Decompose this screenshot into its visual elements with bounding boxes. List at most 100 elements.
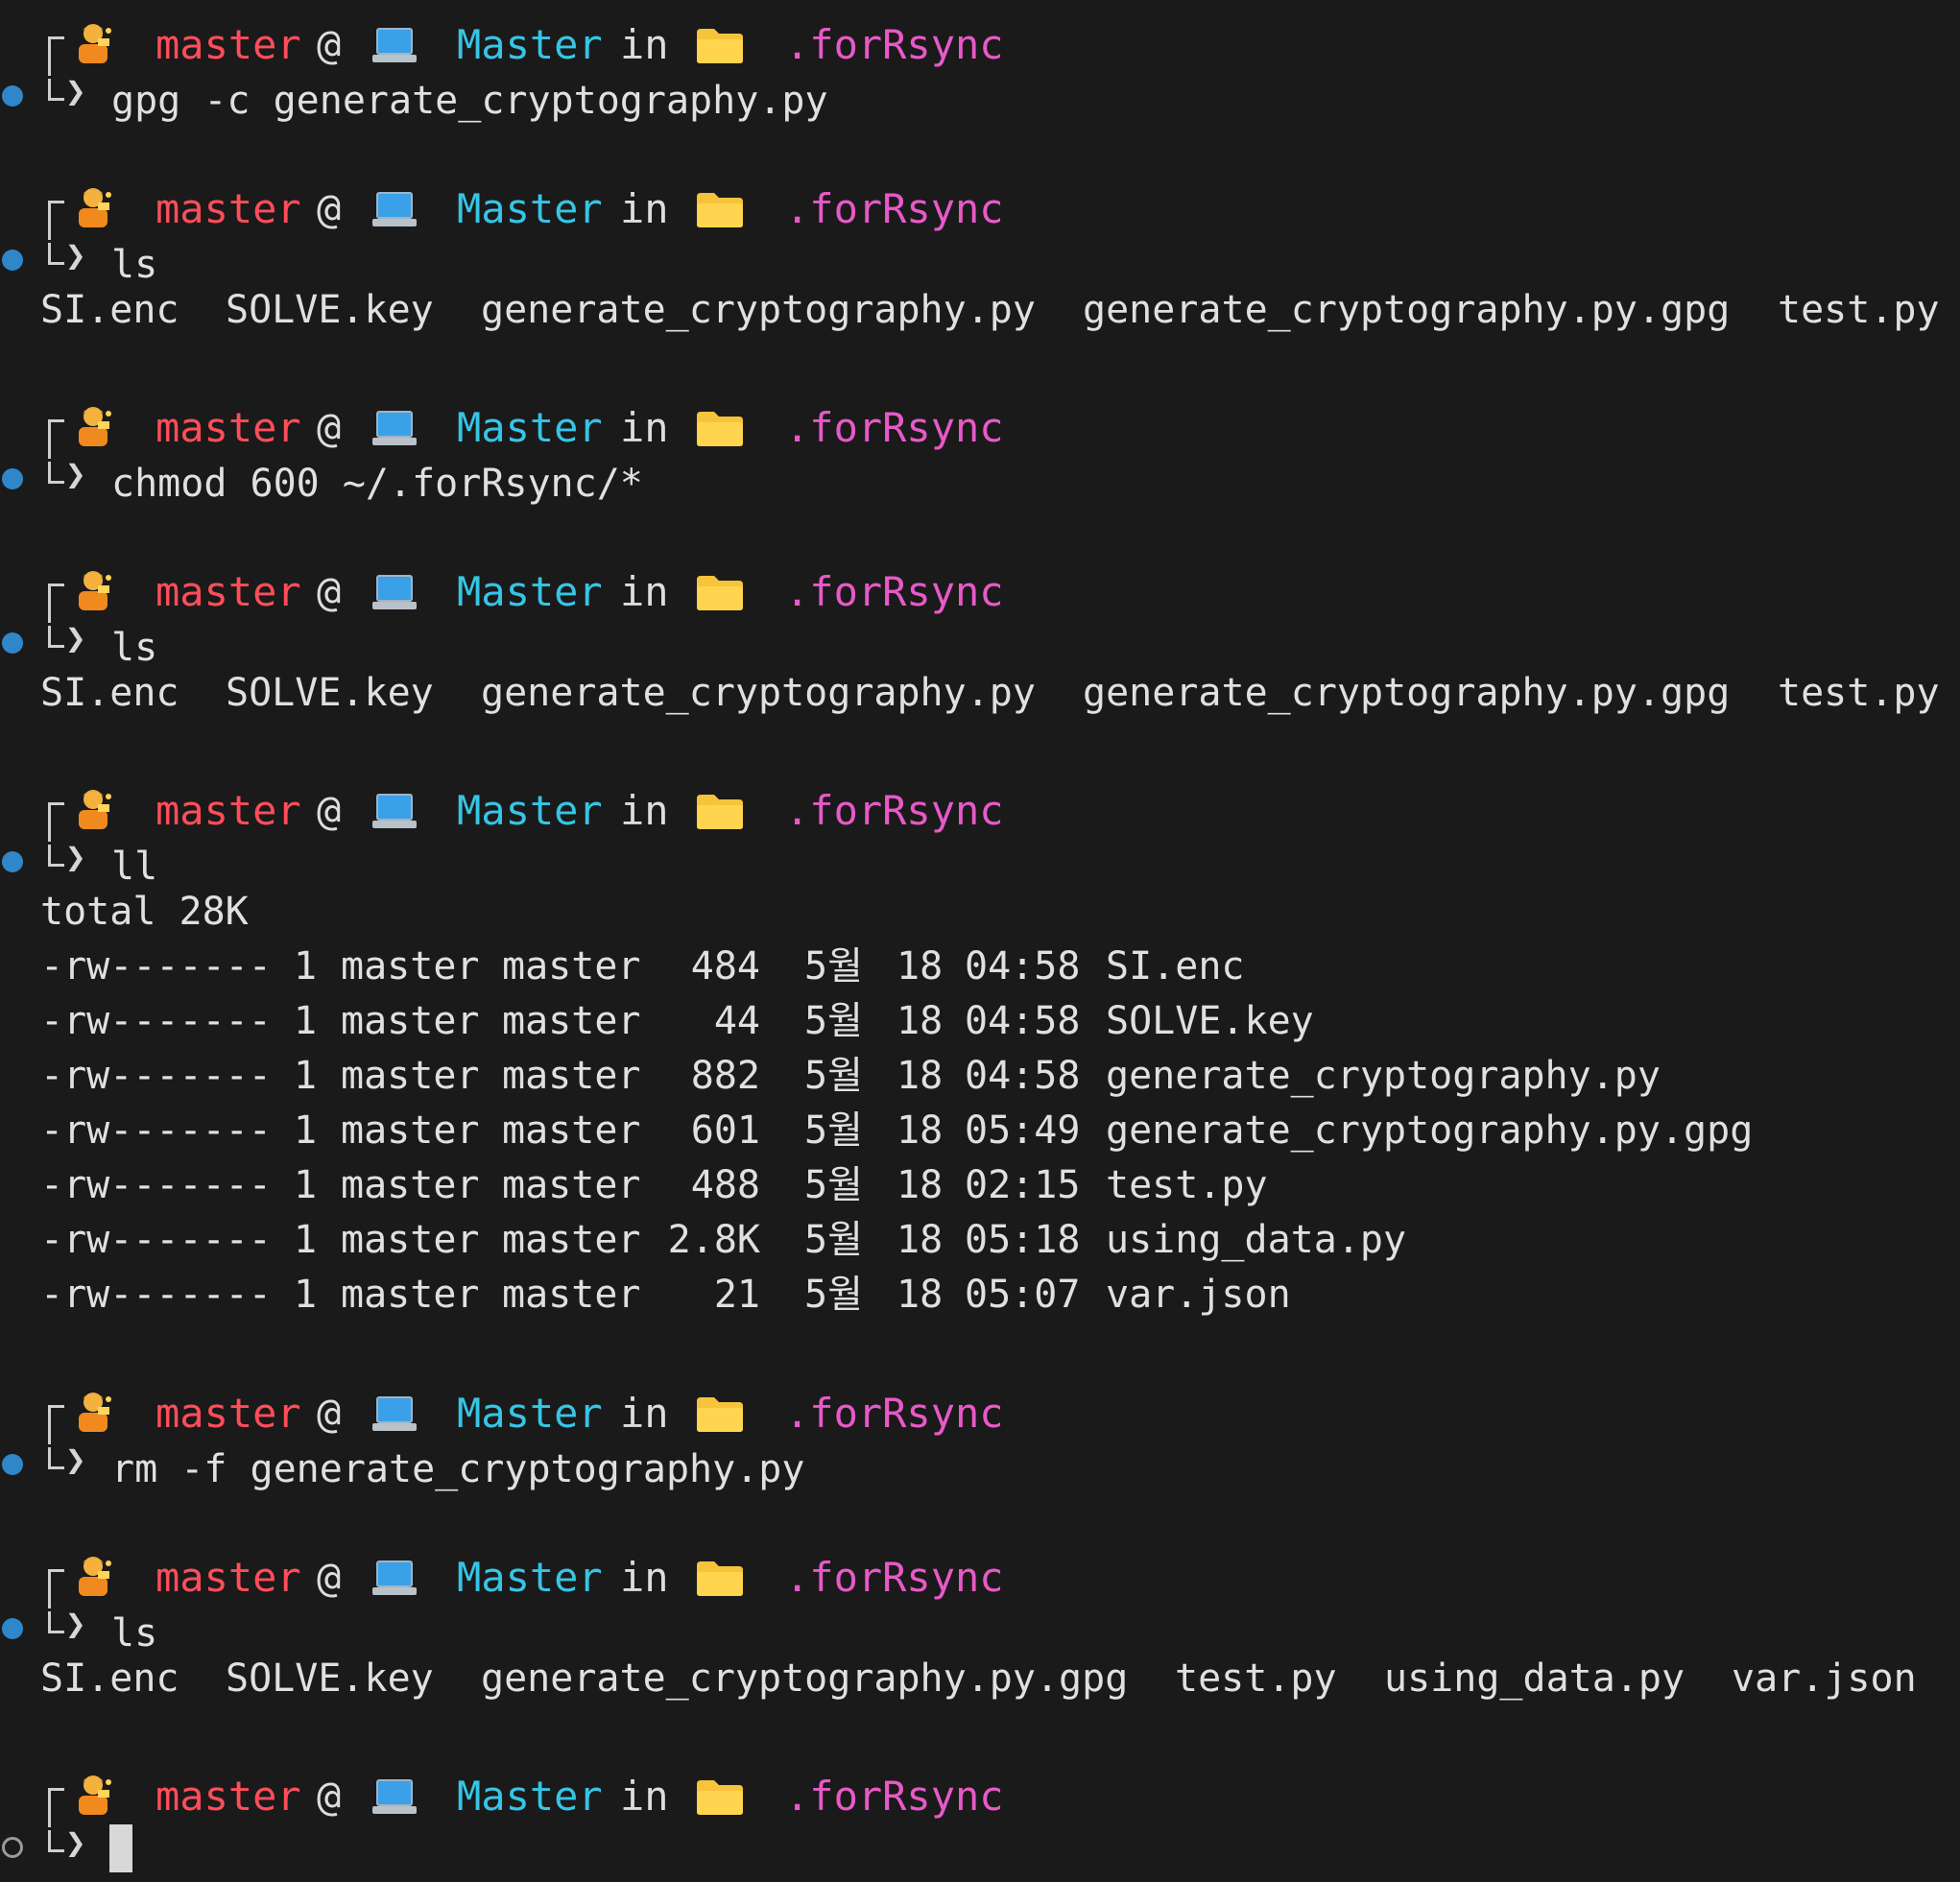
table-row: -rw------- 1 master master 2.8K 5월 18 05:18 usin… [0,1216,1960,1264]
person-technologist-icon [69,1771,117,1819]
terminal-window[interactable]: master @ Master in .forRsync ❯ gpg -c generate… [0,0,1960,1882]
file-group: master [502,999,641,1043]
prompt-host: Master [457,404,603,451]
status-dot-icon[interactable] [2,1618,23,1639]
file-month: 5월 [804,1108,863,1153]
status-dot-icon[interactable] [2,250,23,271]
file-time: 04:58 [965,1054,1081,1098]
file-permissions: -rw------- [40,1218,272,1262]
status-dot-icon[interactable] [2,1454,23,1475]
folder-icon [695,27,745,65]
file-group: master [502,1108,641,1153]
laptop-icon [371,191,418,229]
prompt-in: in [620,568,669,615]
prompt-bracket-bottom [48,243,64,265]
status-dot-icon[interactable] [2,85,23,107]
file-permissions: -rw------- [40,944,272,989]
prompt-bracket-bottom [48,79,64,101]
prompt-bracket-top [48,1788,64,1827]
file-permissions: -rw------- [40,999,272,1043]
file-name: generate_cryptography.py.gpg [481,1656,1129,1701]
prompt-bracket-top [48,419,64,459]
file-name: generate_cryptography.py.gpg [1083,671,1731,715]
file-group: master [502,1163,641,1207]
file-month: 5월 [804,1218,863,1262]
laptop-icon [371,27,418,65]
status-dot-icon[interactable] [2,468,23,489]
prompt-at: @ [317,787,342,834]
ls-output: SI.enc SOLVE.key generate_cryptography.py g… [0,286,1960,334]
file-day: 18 [896,944,944,989]
file-size: 601 [690,1108,760,1153]
folder-icon [695,1395,745,1434]
file-name: SI.enc [40,671,179,715]
command-text: ls [111,1611,158,1656]
command-text: ls [111,626,158,670]
table-row: -rw------- 1 master master 488 5월 18 02:15 test.… [0,1161,1960,1209]
file-group: master [502,944,641,989]
prompt-line: master @ Master in .forRsync ❯ ll [0,766,1960,889]
file-name: generate_cryptography.py [1106,1054,1661,1098]
file-time: 05:07 [965,1273,1081,1317]
prompt-in: in [620,404,669,451]
prompt-in: in [620,787,669,834]
file-month: 5월 [804,1273,863,1317]
table-row: -rw------- 1 master master 601 5월 18 05:49 gener… [0,1107,1960,1155]
file-owner: master [341,1218,480,1262]
prompt-directory: .forRsync [785,787,1004,834]
prompt-directory: .forRsync [785,185,1004,232]
file-owner: master [341,1108,480,1153]
file-day: 18 [896,1218,944,1262]
command-text: ll [111,845,158,889]
file-size: 484 [690,944,760,989]
status-dot-icon[interactable] [2,632,23,654]
prompt-in: in [620,1390,669,1437]
prompt-host: Master [457,787,603,834]
prompt-bracket-bottom [48,845,64,867]
file-name: SI.enc [1106,944,1245,989]
laptop-icon [371,793,418,831]
prompt-in: in [620,21,669,68]
prompt-chevron-icon: ❯ [65,72,86,111]
table-row: -rw------- 1 master master 44 5월 18 04:58 SOLVE.… [0,997,1960,1045]
file-owner: master [341,1273,480,1317]
file-links: 1 [294,944,318,989]
terminal-cursor[interactable] [109,1824,132,1872]
file-time: 05:49 [965,1108,1081,1153]
file-name: using_data.py [1384,1656,1685,1701]
file-name: test.py [1106,1163,1268,1207]
prompt-host: Master [457,1390,603,1437]
status-dot-icon [2,1837,23,1858]
file-month: 5월 [804,1054,863,1098]
prompt-at: @ [317,568,342,615]
file-group: master [502,1273,641,1317]
person-technologist-icon [69,785,117,833]
folder-icon [695,191,745,229]
file-links: 1 [294,999,318,1043]
prompt-in: in [620,1554,669,1601]
file-links: 1 [294,1054,318,1098]
prompt-at: @ [317,1773,342,1820]
laptop-icon [371,1778,418,1817]
file-size: 2.8K [667,1218,760,1262]
file-size: 44 [713,999,760,1043]
laptop-icon [371,1560,418,1598]
prompt-bracket-bottom [48,1611,64,1633]
prompt-host: Master [457,568,603,615]
prompt-user: master [155,404,301,451]
table-row: -rw------- 1 master master 882 5월 18 04:58 gener… [0,1052,1960,1100]
folder-icon [695,574,745,612]
status-dot-icon[interactable] [2,851,23,872]
prompt-user: master [155,1773,301,1820]
prompt-chevron-icon: ❯ [65,1441,86,1480]
prompt-bracket-bottom [48,1447,64,1469]
prompt-user: master [155,21,301,68]
prompt-directory: .forRsync [785,568,1004,615]
file-owner: master [341,999,480,1043]
prompt-chevron-icon: ❯ [65,455,86,494]
file-links: 1 [294,1218,318,1262]
file-permissions: -rw------- [40,1273,272,1317]
prompt-at: @ [317,1554,342,1601]
file-name: var.json [1106,1273,1291,1317]
prompt-host: Master [457,185,603,232]
